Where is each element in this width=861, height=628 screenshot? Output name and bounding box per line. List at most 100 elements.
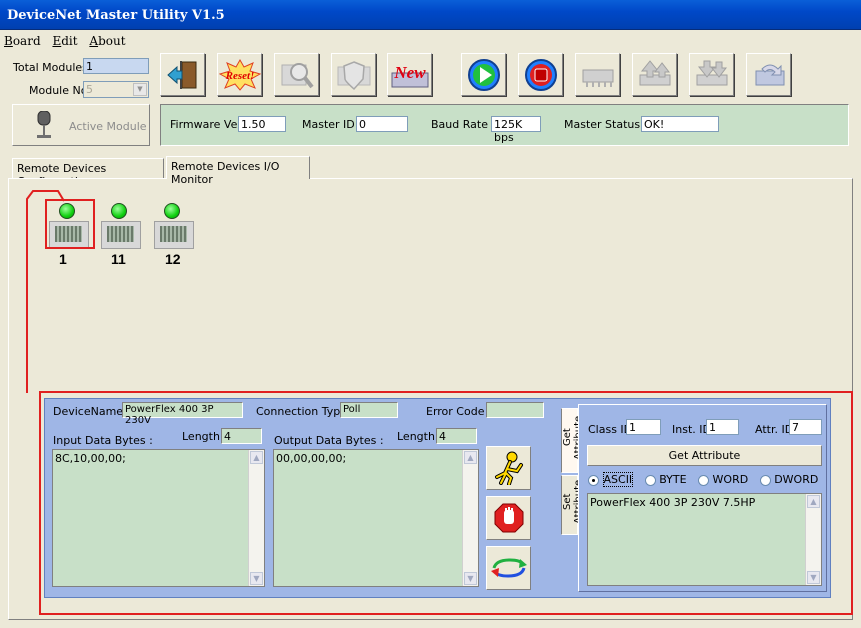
tab-remote-devices-configuration[interactable]: Remote Devices Configuration (12, 158, 164, 188)
radio-byte[interactable] (644, 474, 656, 486)
radio-dword[interactable] (759, 474, 771, 486)
output-data-scrollbar[interactable]: ▲ ▼ (462, 450, 478, 586)
radio-word[interactable] (698, 474, 710, 486)
scroll-down-icon[interactable]: ▼ (464, 572, 477, 585)
stop-hand-icon (494, 503, 523, 533)
svg-text:Reset!: Reset! (224, 70, 254, 82)
svg-text:New: New (393, 63, 426, 82)
master-id-label: Master ID : (302, 118, 362, 131)
baud-rate-field: 125K bps (491, 116, 541, 144)
device-name-label: DeviceName : (53, 405, 131, 418)
refresh-io-button[interactable] (486, 546, 531, 590)
play-icon (467, 58, 500, 91)
connection-type-field: Poll (340, 402, 398, 418)
radio-byte-label: BYTE (659, 473, 687, 486)
radio-ascii[interactable] (588, 474, 599, 486)
upload-button[interactable] (632, 53, 677, 96)
menu-board[interactable]: Board (4, 34, 41, 48)
error-code-label: Error Code : (426, 405, 492, 418)
device-name-field: PowerFlex 400 3P 230V (122, 402, 243, 426)
status-led-icon (111, 203, 127, 219)
undo-icon (755, 64, 784, 85)
error-code-field (486, 402, 544, 418)
run-button[interactable] (461, 53, 506, 96)
attribute-result-text: PowerFlex 400 3P 230V 7.5HP (590, 496, 756, 509)
upload-chip-icon (639, 59, 670, 85)
chip-button[interactable] (575, 53, 620, 96)
output-data-label: Output Data Bytes : (274, 434, 384, 447)
radio-ascii-label: ASCII (602, 472, 634, 487)
total-modules-field[interactable]: 1 (83, 58, 149, 74)
radio-word-label: WORD (712, 473, 749, 486)
module-no-value: 5 (86, 83, 93, 96)
master-status-label: Master Status : (564, 118, 648, 131)
tab-get-attribute[interactable]: Get Attribute (561, 408, 584, 473)
tab-remote-devices-io-monitor[interactable]: Remote Devices I/O Monitor (166, 156, 310, 186)
module-no-label: Module No (29, 84, 88, 97)
window-title: DeviceNet Master Utility V1.5 (0, 0, 861, 30)
device-12-number: 12 (165, 251, 181, 267)
radio-dword-label: DWORD (774, 473, 819, 486)
reset-button[interactable]: Reset! (217, 53, 262, 96)
scan-button[interactable] (274, 53, 319, 96)
status-led-icon (164, 203, 180, 219)
get-attribute-button[interactable]: Get Attribute (587, 445, 822, 466)
attr-id-field[interactable]: 7 (789, 419, 822, 435)
tab-set-attribute[interactable]: Set Attribute (561, 475, 584, 535)
baud-rate-label: Baud Rate : (431, 118, 496, 131)
total-modules-label: Total Modules (13, 61, 88, 74)
output-data-box[interactable]: 00,00,00,00; ▲ ▼ (273, 449, 479, 587)
inst-id-field[interactable]: 1 (706, 419, 739, 435)
input-length-field: 4 (221, 428, 262, 444)
undo-button[interactable] (746, 53, 791, 96)
firmware-field: 1.50 (238, 116, 286, 132)
chip-icon (582, 69, 613, 87)
start-io-button[interactable] (486, 446, 531, 490)
new-icon: New (391, 63, 428, 87)
exit-button[interactable] (160, 53, 205, 96)
module-no-select[interactable]: 5 ▼ (83, 81, 149, 98)
scroll-up-icon[interactable]: ▲ (464, 451, 477, 464)
menu-bar: Board Edit About (0, 30, 861, 50)
input-data-text: 8C,10,00,00; (55, 452, 126, 465)
get-attribute-panel: Class ID 1 Inst. ID 1 Attr. ID 7 Get Att… (578, 404, 827, 592)
output-length-field: 4 (436, 428, 477, 444)
new-button[interactable]: New (387, 53, 432, 96)
attribute-result-box[interactable]: PowerFlex 400 3P 230V 7.5HP ▲ ▼ (587, 493, 822, 586)
scroll-up-icon[interactable]: ▲ (807, 495, 820, 508)
chevron-down-icon[interactable]: ▼ (133, 83, 147, 96)
device-11-number: 11 (111, 251, 126, 267)
annotation-connector (26, 190, 65, 393)
master-id-field: 0 (356, 116, 408, 132)
device-11[interactable] (99, 203, 141, 251)
device-module-icon (154, 221, 194, 249)
refresh-arrows-icon (490, 558, 527, 578)
download-chip-icon (696, 60, 727, 85)
microphone-icon (37, 111, 51, 138)
active-module-button[interactable]: Active Module (12, 104, 150, 146)
master-status-field: OK! (641, 116, 719, 132)
input-data-label: Input Data Bytes : (53, 434, 153, 447)
output-data-text: 00,00,00,00; (276, 452, 347, 465)
device-12[interactable] (152, 203, 194, 251)
status-panel: Firmware Ver : 1.50 Master ID : 0 Baud R… (160, 104, 849, 146)
input-data-scrollbar[interactable]: ▲ ▼ (248, 450, 264, 586)
security-button[interactable] (331, 53, 376, 96)
stop-button[interactable] (518, 53, 563, 96)
exit-door-icon (166, 60, 196, 89)
stop-io-button[interactable] (486, 496, 531, 540)
menu-about[interactable]: About (89, 34, 125, 48)
menu-edit[interactable]: Edit (52, 34, 77, 48)
stop-icon (524, 58, 557, 91)
input-data-box[interactable]: 8C,10,00,00; ▲ ▼ (52, 449, 265, 587)
download-button[interactable] (689, 53, 734, 96)
scroll-down-icon[interactable]: ▼ (250, 572, 263, 585)
class-id-field[interactable]: 1 (626, 419, 661, 435)
running-man-icon (494, 451, 523, 485)
shield-icon (337, 60, 370, 90)
active-module-label: Active Module (69, 120, 147, 133)
attribute-result-scrollbar[interactable]: ▲ ▼ (805, 494, 821, 585)
io-detail-panel: DeviceName : PowerFlex 400 3P 230V Conne… (44, 398, 831, 598)
scroll-down-icon[interactable]: ▼ (807, 571, 820, 584)
scroll-up-icon[interactable]: ▲ (250, 451, 263, 464)
